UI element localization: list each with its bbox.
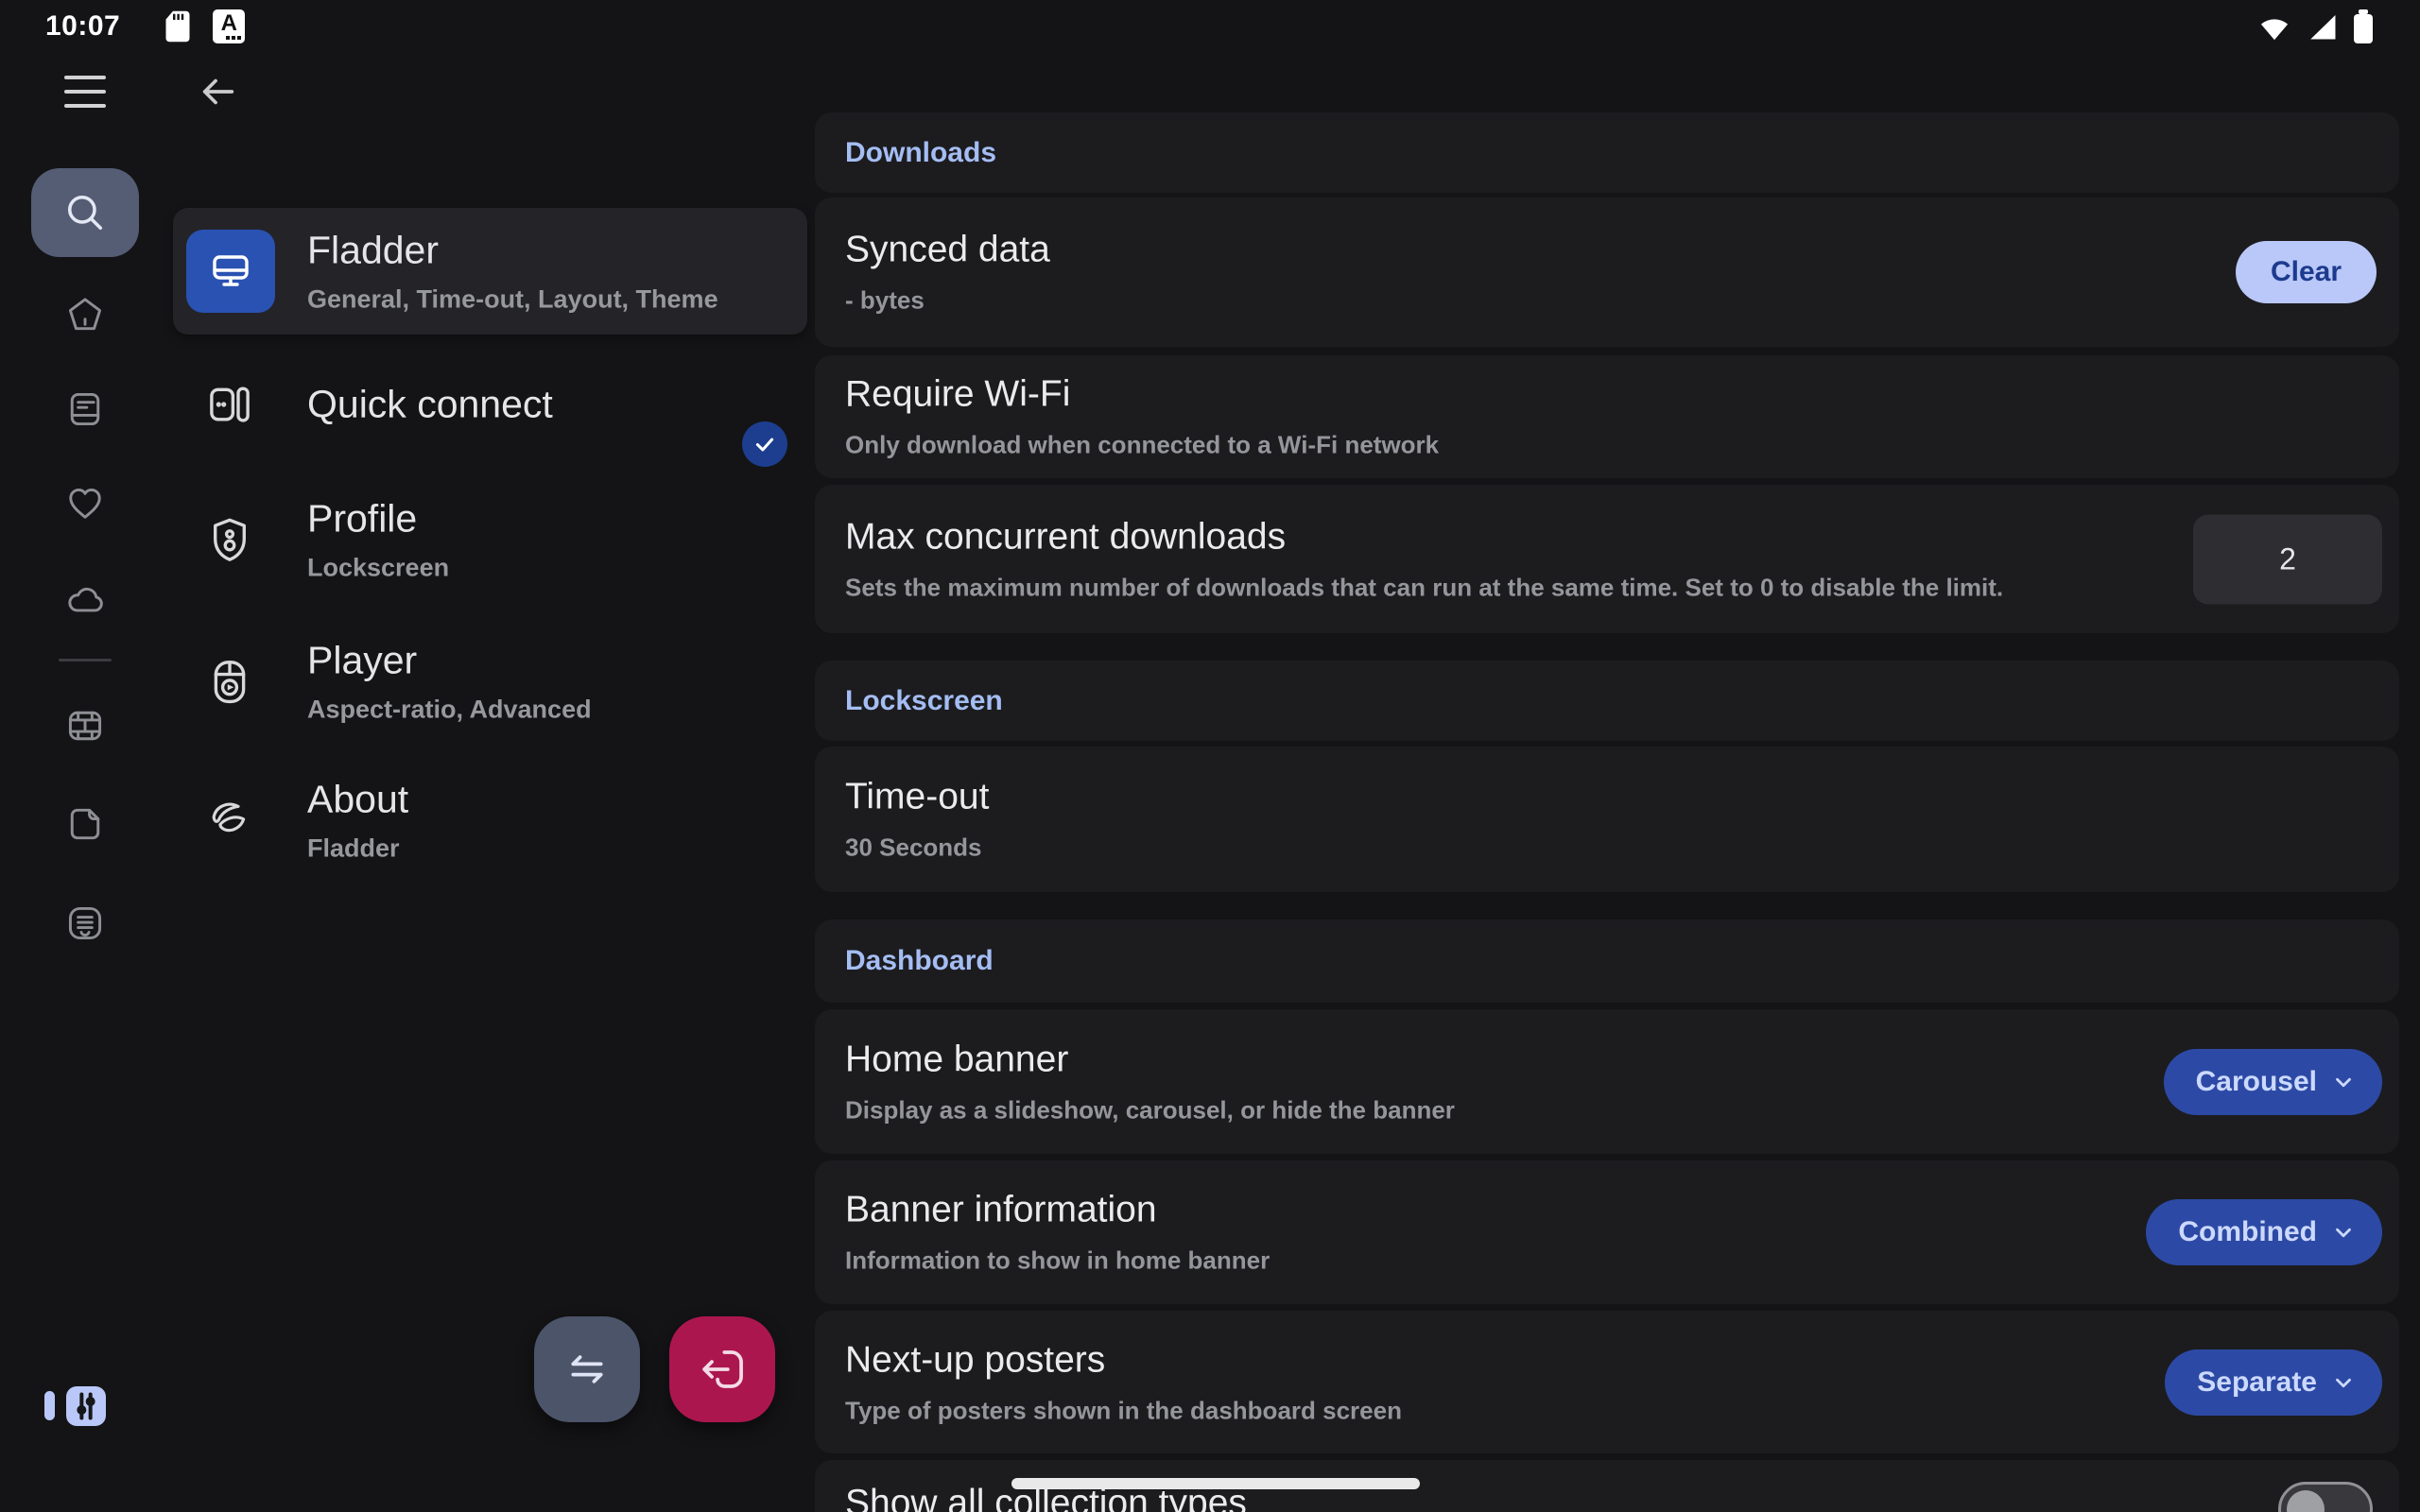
sidebar-item-folders[interactable] — [64, 803, 106, 845]
rail-divider — [59, 659, 112, 662]
cloud-icon — [64, 578, 106, 620]
row-subtitle: Only download when connected to a Wi-Fi … — [845, 431, 1439, 460]
chevron-down-icon — [2331, 1070, 2356, 1094]
section-header-lockscreen: Lockscreen — [815, 661, 2399, 741]
fladder-logo-icon — [204, 795, 255, 846]
row-title: Banner information — [845, 1190, 1270, 1231]
sliders-taskbar-icon[interactable] — [66, 1386, 106, 1426]
settings-item-quick-connect[interactable]: Quick connect — [173, 345, 807, 463]
row-subtitle: - bytes — [845, 286, 1050, 316]
taskbar-active-pill — [44, 1391, 55, 1420]
status-right — [2257, 9, 2373, 43]
banner-information-dropdown[interactable]: Combined — [2146, 1199, 2382, 1265]
sidebar-item-sync[interactable] — [64, 578, 106, 620]
sidebar-item-collections[interactable] — [64, 902, 106, 944]
sidebar-item-favorites[interactable] — [64, 482, 106, 524]
menu-item-title: Quick connect — [307, 382, 553, 426]
toggle-thumb — [742, 421, 787, 467]
menu-item-title: About — [307, 777, 408, 821]
row-title: Show all collection types — [845, 1483, 1247, 1512]
row-subtitle: Display as a slideshow, carousel, or hid… — [845, 1095, 1455, 1125]
quick-connect-icon — [204, 379, 255, 430]
row-title: Require Wi-Fi — [845, 374, 1439, 416]
section-header-downloads: Downloads — [815, 112, 2399, 193]
clock: 10:07 — [45, 10, 120, 43]
row-home-banner[interactable]: Home banner Display as a slideshow, caro… — [815, 1009, 2399, 1154]
row-subtitle: Type of posters shown in the dashboard s… — [845, 1396, 1402, 1425]
sliders-icon — [67, 1387, 105, 1425]
row-title: Max concurrent downloads — [845, 516, 2003, 558]
book-icon — [64, 388, 106, 430]
row-max-downloads[interactable]: Max concurrent downloads Sets the maximu… — [815, 485, 2399, 633]
logout-button[interactable] — [669, 1316, 775, 1422]
row-synced-data[interactable]: Synced data - bytes Clear — [815, 198, 2399, 347]
sidebar-item-home[interactable] — [64, 294, 106, 335]
row-subtitle: Information to show in home banner — [845, 1246, 1270, 1276]
row-subtitle: Sets the maximum number of downloads tha… — [845, 573, 2003, 602]
row-title: Home banner — [845, 1039, 1455, 1080]
toggle-thumb — [2287, 1490, 2325, 1512]
menu-icon[interactable] — [64, 76, 106, 108]
back-icon[interactable] — [196, 70, 239, 113]
logout-icon — [696, 1343, 749, 1396]
player-icon — [204, 656, 255, 707]
swap-arrows-icon — [562, 1344, 613, 1395]
status-left: 10:07 A — [45, 9, 245, 43]
settings-item-fladder[interactable]: Fladder General, Time-out, Layout, Theme — [173, 208, 807, 335]
fladder-settings-screen: 10:07 A — [0, 0, 2420, 1512]
row-show-all-collection-types[interactable]: Show all collection types — [815, 1460, 2399, 1512]
home-banner-dropdown[interactable]: Carousel — [2164, 1049, 2382, 1115]
shield-profile-icon — [204, 514, 255, 565]
collections-icon — [64, 902, 106, 944]
sidebar-item-movies[interactable] — [64, 705, 106, 747]
menu-item-title: Player — [307, 638, 592, 682]
row-require-wifi[interactable]: Require Wi-Fi Only download when connect… — [815, 355, 2399, 478]
max-downloads-input[interactable]: 2 — [2193, 514, 2382, 604]
battery-icon — [2354, 14, 2373, 43]
heart-icon — [64, 482, 106, 524]
menu-item-subtitle: General, Time-out, Layout, Theme — [307, 285, 718, 315]
sidebar-item-search[interactable] — [31, 168, 139, 257]
next-up-posters-dropdown[interactable]: Separate — [2165, 1349, 2382, 1416]
chevron-down-icon — [2331, 1370, 2356, 1395]
sidebar-item-library[interactable] — [64, 388, 106, 430]
folder-icon — [64, 803, 106, 845]
home-icon — [64, 294, 106, 335]
wifi-icon — [2257, 9, 2291, 43]
chevron-down-icon — [2331, 1220, 2356, 1245]
row-banner-information[interactable]: Banner information Information to show i… — [815, 1160, 2399, 1304]
section-header-dashboard: Dashboard — [815, 919, 2399, 1003]
sdcard-icon — [164, 9, 192, 43]
menu-item-subtitle: Lockscreen — [307, 553, 449, 582]
switch-server-button[interactable] — [534, 1316, 640, 1422]
row-title: Time-out — [845, 777, 989, 818]
menu-item-title: Profile — [307, 496, 449, 541]
row-title: Next-up posters — [845, 1339, 1402, 1381]
film-icon — [64, 705, 106, 747]
check-icon — [752, 432, 777, 456]
menu-item-subtitle: Aspect-ratio, Advanced — [307, 695, 592, 724]
show-all-collection-types-toggle[interactable] — [2278, 1482, 2373, 1512]
settings-item-about[interactable]: About Fladder — [173, 751, 807, 888]
monitor-icon — [186, 230, 275, 313]
clear-button[interactable]: Clear — [2236, 241, 2377, 303]
row-next-up-posters[interactable]: Next-up posters Type of posters shown in… — [815, 1311, 2399, 1453]
menu-item-subtitle: Fladder — [307, 833, 408, 863]
cellular-icon — [2307, 10, 2339, 43]
row-timeout[interactable]: Time-out 30 Seconds — [815, 747, 2399, 892]
settings-item-profile[interactable]: Profile Lockscreen — [173, 471, 807, 608]
row-title: Synced data — [845, 230, 1050, 271]
settings-item-player[interactable]: Player Aspect-ratio, Advanced — [173, 612, 807, 749]
row-subtitle: 30 Seconds — [845, 833, 989, 863]
status-bar: 10:07 A — [0, 0, 2420, 49]
menu-item-title: Fladder — [307, 229, 718, 273]
a-app-icon: A — [213, 9, 245, 43]
search-icon — [61, 189, 109, 236]
